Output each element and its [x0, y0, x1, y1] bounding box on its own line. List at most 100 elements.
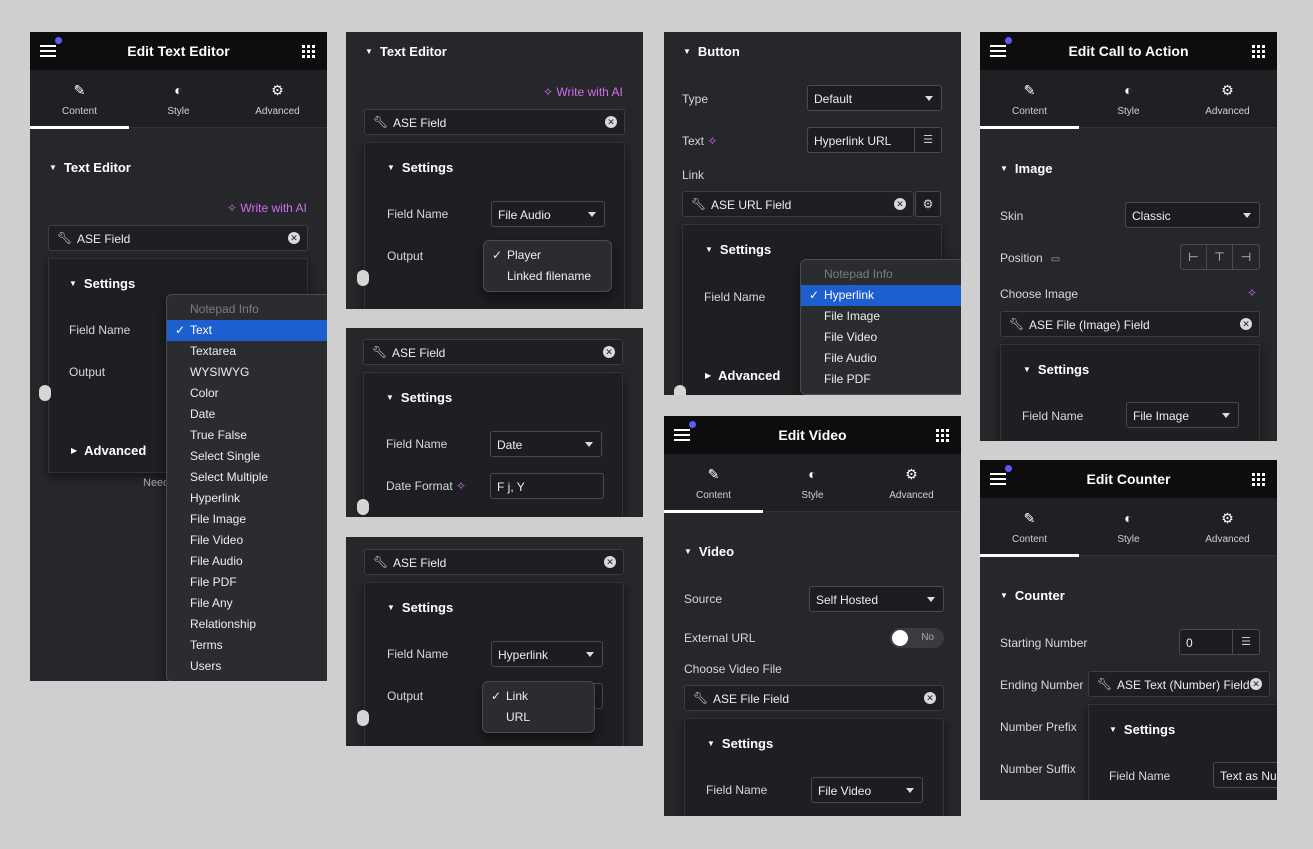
dropdown-option[interactable]: URL	[483, 707, 594, 728]
resize-handle[interactable]	[357, 499, 369, 515]
dropdown-option[interactable]: File PDF	[167, 572, 327, 593]
ai-sparkle-icon[interactable]: ✧	[456, 479, 466, 493]
section-header[interactable]: ▼ Button	[683, 44, 740, 59]
settings-header[interactable]: ▼ Settings	[386, 390, 452, 405]
text-input[interactable]: Hyperlink URL	[807, 127, 915, 153]
ase-field-tag[interactable]: 🔧︎ ASE Field ✕	[364, 109, 625, 135]
section-header[interactable]: ▼ Counter	[1000, 588, 1065, 603]
dropdown-option[interactable]: ✓ Text	[167, 320, 327, 341]
close-icon[interactable]: ✕	[603, 346, 615, 358]
close-icon[interactable]: ✕	[1240, 318, 1252, 330]
align-right-icon[interactable]: ⊣	[1233, 245, 1259, 269]
align-top-icon[interactable]: ⊤	[1207, 245, 1233, 269]
ase-field-tag[interactable]: 🔧︎ ASE Field ✕	[364, 549, 624, 575]
dropdown-option[interactable]: File Image	[167, 509, 327, 530]
tab-content[interactable]: ✎ Content	[980, 498, 1079, 557]
skin-select[interactable]: Classic	[1125, 202, 1260, 228]
starting-number-input[interactable]: 0	[1179, 629, 1233, 655]
dropdown-option[interactable]: Terms	[167, 635, 327, 656]
dropdown-option[interactable]: True False	[167, 425, 327, 446]
source-select[interactable]: Self Hosted	[809, 586, 944, 612]
tab-style[interactable]: ◐ Style	[129, 70, 228, 128]
ai-sparkle-icon[interactable]: ✧	[1247, 286, 1257, 300]
apps-grid-icon[interactable]	[302, 45, 315, 58]
resize-handle[interactable]	[357, 270, 369, 286]
tab-advanced[interactable]: ⚙ Advanced	[1178, 70, 1277, 128]
tab-advanced[interactable]: ⚙ Advanced	[862, 454, 961, 512]
close-icon[interactable]: ✕	[894, 198, 906, 210]
field-name-select[interactable]: File Video	[811, 777, 923, 803]
apps-grid-icon[interactable]	[936, 429, 949, 442]
dropdown-option[interactable]: File Audio	[801, 348, 961, 369]
tab-advanced[interactable]: ⚙ Advanced	[1178, 498, 1277, 556]
apps-grid-icon[interactable]	[1252, 45, 1265, 58]
dropdown-option[interactable]: ✓ Hyperlink	[801, 285, 961, 306]
dropdown-option[interactable]: File Any	[167, 593, 327, 614]
tab-style[interactable]: ◐ Style	[1079, 498, 1178, 556]
type-select[interactable]: Default	[807, 85, 942, 111]
tab-content[interactable]: ✎ Content	[664, 454, 763, 513]
field-name-dropdown[interactable]: Notepad Info ✓ Hyperlink File Image File Vid…	[800, 259, 961, 395]
tab-style[interactable]: ◐ Style	[763, 454, 862, 512]
advanced-header[interactable]: ▶ Advanced	[705, 368, 780, 383]
tab-content[interactable]: ✎ Content	[30, 70, 129, 129]
dropdown-option[interactable]: ✓ Link	[483, 686, 594, 707]
dynamic-tags-icon[interactable]: ☰	[1232, 629, 1260, 655]
ai-sparkle-icon[interactable]: ✧	[707, 134, 717, 148]
tab-style[interactable]: ◐ Style	[1079, 70, 1178, 128]
ase-file-image-field-tag[interactable]: 🔧︎ ASE File (Image) Field ✕	[1000, 311, 1260, 337]
field-name-select[interactable]: File Audio	[491, 201, 605, 227]
section-header[interactable]: ▼ Text Editor	[365, 44, 447, 59]
settings-header[interactable]: ▼ Settings	[1109, 722, 1175, 737]
section-header[interactable]: ▼ Text Editor	[49, 160, 131, 175]
dropdown-option[interactable]: Hyperlink	[167, 488, 327, 509]
field-name-select[interactable]: Hyperlink	[491, 641, 603, 667]
dropdown-option[interactable]: Date	[167, 404, 327, 425]
close-icon[interactable]: ✕	[604, 556, 616, 568]
write-with-ai-link[interactable]: ✧ Write with AI	[543, 85, 623, 99]
output-dropdown[interactable]: ✓ Link URL	[482, 681, 595, 733]
apps-grid-icon[interactable]	[1252, 473, 1265, 486]
dropdown-option[interactable]: Relationship	[167, 614, 327, 635]
dropdown-option[interactable]: Select Multiple	[167, 467, 327, 488]
tab-advanced[interactable]: ⚙ Advanced	[228, 70, 327, 128]
advanced-header[interactable]: ▶ Advanced	[71, 443, 146, 458]
close-icon[interactable]: ✕	[924, 692, 936, 704]
close-icon[interactable]: ✕	[1250, 678, 1262, 690]
settings-header[interactable]: ▼ Settings	[69, 276, 135, 291]
gear-icon[interactable]: ⚙	[915, 191, 941, 217]
date-format-input[interactable]: F j, Y	[490, 473, 604, 499]
dropdown-option[interactable]: File Audio	[167, 551, 327, 572]
dynamic-tags-icon[interactable]: ☰	[914, 127, 942, 153]
align-left-icon[interactable]: ⊢	[1181, 245, 1207, 269]
settings-header[interactable]: ▼ Settings	[707, 736, 773, 751]
external-url-toggle[interactable]: No	[890, 628, 944, 648]
dropdown-option[interactable]: File Video	[801, 327, 961, 348]
settings-header[interactable]: ▼ Settings	[387, 600, 453, 615]
position-choices[interactable]: ⊢ ⊤ ⊣	[1180, 244, 1260, 270]
dropdown-option[interactable]: Linked filename	[484, 266, 611, 287]
section-header[interactable]: ▼ Image	[1000, 161, 1053, 176]
field-name-dropdown[interactable]: Notepad Info ✓ Text Textarea WYSIWYG Color Dat…	[166, 294, 327, 681]
section-header[interactable]: ▼ Video	[684, 544, 734, 559]
dropdown-option[interactable]: File PDF	[801, 369, 961, 390]
resize-handle[interactable]	[357, 710, 369, 726]
dropdown-option[interactable]: Select Single	[167, 446, 327, 467]
settings-header[interactable]: ▼ Settings	[387, 160, 453, 175]
resize-handle[interactable]	[39, 385, 51, 401]
resize-handle[interactable]	[674, 385, 686, 395]
ase-text-number-field-tag[interactable]: 🔧︎ ASE Text (Number) Field ✕	[1088, 671, 1270, 697]
dropdown-option[interactable]: Color	[167, 383, 327, 404]
field-name-select[interactable]: Text as Nu	[1213, 762, 1277, 788]
settings-header[interactable]: ▼ Settings	[705, 242, 771, 257]
dropdown-option[interactable]: ✓ Player	[484, 245, 611, 266]
ase-file-field-tag[interactable]: 🔧︎ ASE File Field ✕	[684, 685, 944, 711]
dropdown-option[interactable]: Textarea	[167, 341, 327, 362]
ase-url-field-tag[interactable]: 🔧︎ ASE URL Field ✕	[682, 191, 914, 217]
dropdown-option[interactable]: File Video	[167, 530, 327, 551]
field-name-select[interactable]: Date	[490, 431, 602, 457]
close-icon[interactable]: ✕	[288, 232, 300, 244]
ase-field-tag[interactable]: 🔧︎ ASE Field ✕	[48, 225, 308, 251]
tab-content[interactable]: ✎ Content	[980, 70, 1079, 129]
write-with-ai-link[interactable]: ✧ Write with AI	[227, 201, 307, 215]
